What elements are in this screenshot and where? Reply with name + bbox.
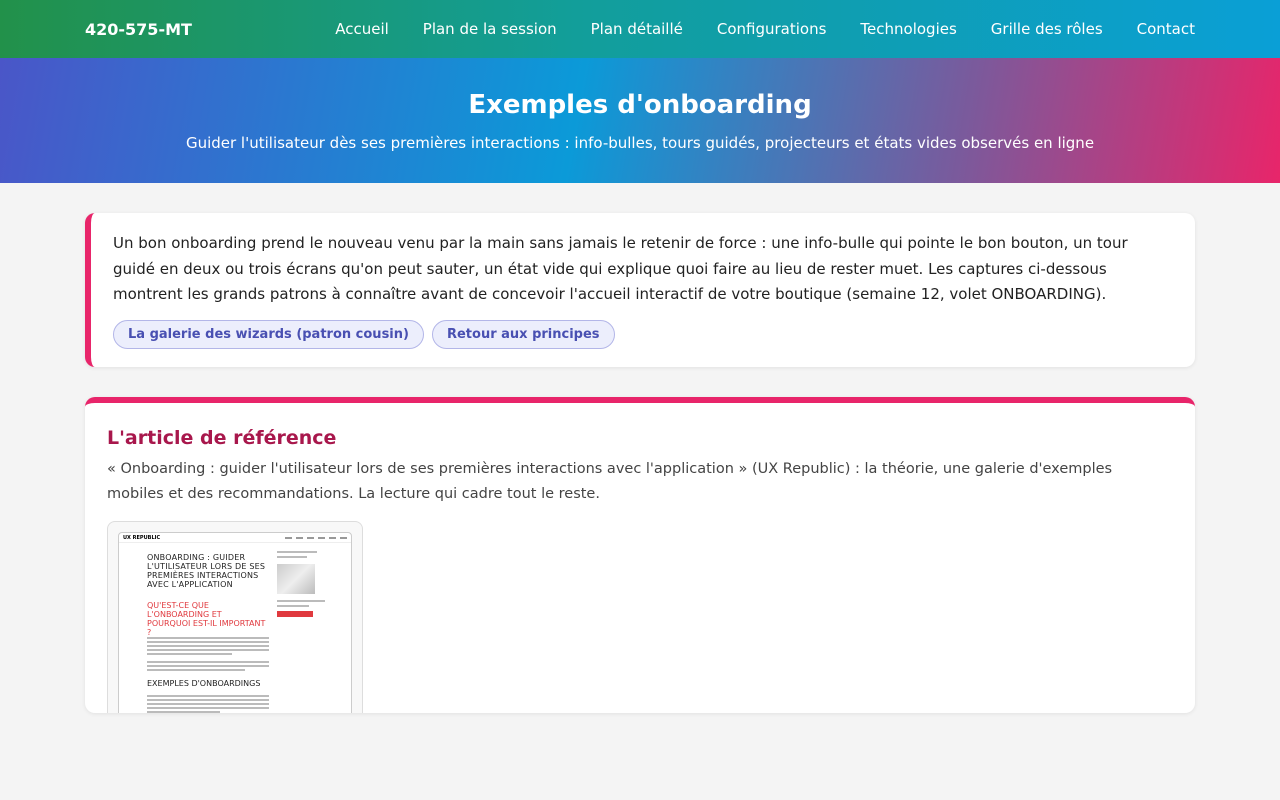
nav-links: Accueil Plan de la session Plan détaillé… <box>301 20 1195 38</box>
wizards-gallery-link[interactable]: La galerie des wizards (patron cousin) <box>113 319 424 349</box>
thumbnail-image <box>277 564 315 594</box>
intro-card: Un bon onboarding prend le nouveau venu … <box>85 213 1195 367</box>
thumbnail-title: ONBOARDING : GUIDER L'UTILISATEUR LORS D… <box>147 553 266 589</box>
thumbnail-logo: UX REPUBLIC <box>123 534 161 541</box>
page-subtitle: Guider l'utilisateur dès ses premières i… <box>185 134 1095 152</box>
nav-link-plan-detaille[interactable]: Plan détaillé <box>591 20 683 38</box>
hero-banner: Exemples d'onboarding Guider l'utilisate… <box>0 58 1280 183</box>
thumbnail-red-heading: QU'EST-CE QUE L'ONBOARDING ET POURQUOI E… <box>147 601 266 637</box>
nav-link-grille-roles[interactable]: Grille des rôles <box>991 20 1103 38</box>
thumbnail-preview: UX REPUBLIC ONBOARDING : GUIDER L'UTILIS… <box>118 532 352 713</box>
article-screenshot-thumbnail[interactable]: UX REPUBLIC ONBOARDING : GUIDER L'UTILIS… <box>107 521 363 713</box>
nav-link-configurations[interactable]: Configurations <box>717 20 827 38</box>
nav-link-contact[interactable]: Contact <box>1137 20 1195 38</box>
site-brand[interactable]: 420-575-MT <box>85 20 192 39</box>
top-navigation: 420-575-MT Accueil Plan de la session Pl… <box>0 0 1280 58</box>
nav-link-accueil[interactable]: Accueil <box>335 20 389 38</box>
page-title: Exemples d'onboarding <box>468 90 812 120</box>
article-card: L'article de référence « Onboarding : gu… <box>85 397 1195 713</box>
article-heading: L'article de référence <box>107 427 337 449</box>
intro-text: Un bon onboarding prend le nouveau venu … <box>113 234 1128 303</box>
pill-links: La galerie des wizards (patron cousin) R… <box>113 319 1173 349</box>
article-description: « Onboarding : guider l'utilisateur lors… <box>107 461 1113 502</box>
thumbnail-nav: UX REPUBLIC <box>119 533 351 543</box>
thumbnail-button <box>277 611 313 617</box>
nav-link-plan-session[interactable]: Plan de la session <box>423 20 557 38</box>
back-to-principles-link[interactable]: Retour aux principes <box>431 319 615 349</box>
thumbnail-sidebar <box>277 551 325 617</box>
thumbnail-sub-heading: EXEMPLES D'ONBOARDINGS <box>147 679 261 688</box>
nav-link-technologies[interactable]: Technologies <box>860 20 956 38</box>
